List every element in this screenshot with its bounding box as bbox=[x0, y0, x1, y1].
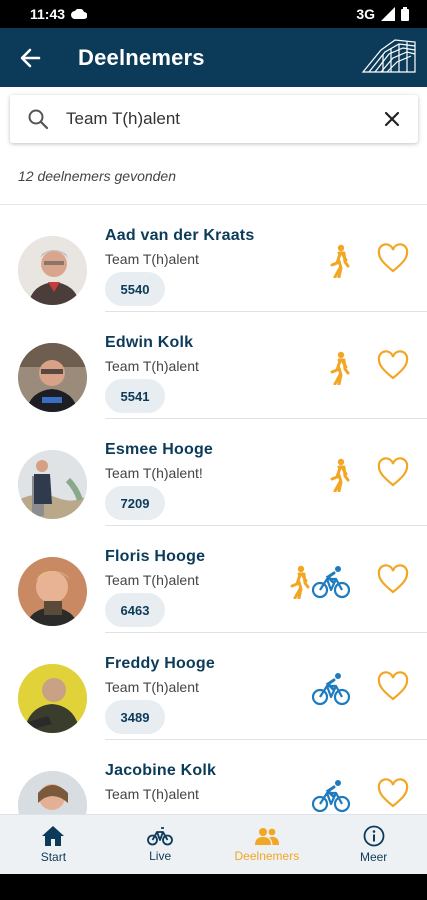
walk-icon bbox=[330, 458, 350, 492]
search-input[interactable] bbox=[66, 109, 356, 129]
battery-icon bbox=[401, 7, 409, 21]
bottom-nav: Start Live Deelnemers Meer bbox=[0, 814, 427, 874]
content-area: 12 deelnemers gevonden Aad van der Kraat… bbox=[0, 87, 427, 814]
list-item[interactable]: Esmee Hooge Team T(h)alent! 7209 bbox=[0, 419, 427, 526]
search-icon bbox=[28, 109, 49, 130]
page-title: Deelnemers bbox=[78, 44, 205, 70]
nav-item-label: Meer bbox=[359, 850, 388, 864]
participant-number-badge: 5541 bbox=[105, 379, 165, 413]
nav-item-start[interactable]: Start bbox=[0, 815, 107, 874]
bike-icon bbox=[312, 780, 350, 813]
home-icon bbox=[42, 826, 65, 846]
participant-number-badge: 7209 bbox=[105, 486, 165, 520]
avatar bbox=[18, 236, 87, 305]
participant-name: Floris Hooge bbox=[105, 548, 206, 565]
participant-team: Team T(h)alent bbox=[105, 572, 199, 588]
people-icon bbox=[254, 828, 279, 845]
participant-name: Jacobine Kolk bbox=[105, 762, 217, 779]
participant-name: Aad van der Kraats bbox=[105, 227, 255, 244]
participant-team: Team T(h)alent bbox=[105, 786, 199, 802]
walk-icon bbox=[330, 244, 350, 278]
bike-icon bbox=[312, 566, 350, 599]
nav-item-deelnemers[interactable]: Deelnemers bbox=[214, 815, 321, 874]
favorite-heart-icon[interactable] bbox=[377, 778, 409, 810]
back-button[interactable] bbox=[0, 28, 60, 87]
participant-number-badge: 3489 bbox=[105, 700, 165, 734]
info-icon bbox=[363, 825, 385, 847]
close-icon bbox=[384, 111, 400, 127]
activity-icons bbox=[312, 778, 350, 814]
favorite-heart-icon[interactable] bbox=[377, 350, 409, 382]
participant-name: Edwin Kolk bbox=[105, 334, 194, 351]
participant-list: Aad van der Kraats Team T(h)alent 5540 E… bbox=[0, 205, 427, 814]
bike-icon bbox=[147, 827, 174, 846]
participant-team: Team T(h)alent bbox=[105, 358, 199, 374]
favorite-heart-icon[interactable] bbox=[377, 457, 409, 489]
status-time: 11:43 bbox=[30, 6, 66, 22]
avatar bbox=[18, 664, 87, 733]
participant-name: Freddy Hooge bbox=[105, 655, 215, 672]
system-nav-bar bbox=[0, 874, 427, 900]
app-logo-icon bbox=[361, 39, 416, 73]
participant-number-badge: 6463 bbox=[105, 593, 165, 627]
nav-item-label: Deelnemers bbox=[234, 849, 300, 863]
participant-team: Team T(h)alent bbox=[105, 251, 199, 267]
list-item[interactable]: Floris Hooge Team T(h)alent 6463 bbox=[0, 526, 427, 633]
activity-icons bbox=[328, 350, 350, 386]
activity-icons bbox=[328, 457, 350, 493]
favorite-heart-icon[interactable] bbox=[377, 243, 409, 275]
cloud-icon bbox=[71, 9, 88, 19]
participant-team: Team T(h)alent! bbox=[105, 465, 203, 481]
app-bar: Deelnemers bbox=[0, 28, 427, 87]
bike-icon bbox=[312, 673, 350, 706]
nav-item-label: Live bbox=[149, 849, 172, 863]
signal-icon bbox=[381, 7, 395, 21]
avatar bbox=[18, 557, 87, 626]
list-item[interactable]: Freddy Hooge Team T(h)alent 3489 bbox=[0, 633, 427, 740]
status-bar: 11:43 3G bbox=[0, 0, 427, 28]
walk-icon bbox=[330, 351, 350, 385]
participant-name: Esmee Hooge bbox=[105, 441, 214, 458]
clear-search-button[interactable] bbox=[380, 107, 404, 131]
favorite-heart-icon[interactable] bbox=[377, 564, 409, 596]
network-type: 3G bbox=[356, 6, 375, 22]
arrow-left-icon bbox=[20, 48, 41, 67]
walk-icon bbox=[290, 565, 310, 599]
nav-item-meer[interactable]: Meer bbox=[320, 815, 427, 874]
list-item[interactable]: Aad van der Kraats Team T(h)alent 5540 bbox=[0, 205, 427, 312]
participant-team: Team T(h)alent bbox=[105, 679, 199, 695]
avatar bbox=[18, 771, 87, 814]
nav-item-label: Start bbox=[40, 850, 67, 864]
avatar bbox=[18, 450, 87, 519]
favorite-heart-icon[interactable] bbox=[377, 671, 409, 703]
activity-icons bbox=[328, 243, 350, 279]
search-bar bbox=[10, 95, 418, 143]
activity-icons bbox=[312, 671, 350, 707]
nav-item-live[interactable]: Live bbox=[107, 815, 214, 874]
list-item[interactable]: Jacobine Kolk Team T(h)alent bbox=[0, 740, 427, 814]
results-count: 12 deelnemers gevonden bbox=[18, 168, 177, 184]
participant-number-badge: 5540 bbox=[105, 272, 165, 306]
list-item[interactable]: Edwin Kolk Team T(h)alent 5541 bbox=[0, 312, 427, 419]
avatar bbox=[18, 343, 87, 412]
activity-icons bbox=[288, 564, 350, 600]
